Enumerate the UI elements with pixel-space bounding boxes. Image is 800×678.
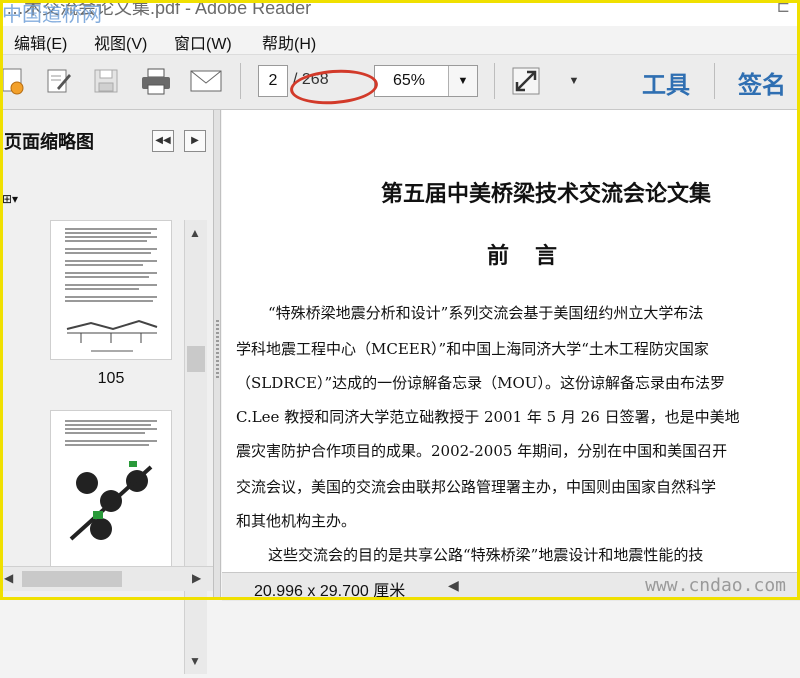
sign-edit-icon[interactable] [40,65,76,97]
toolbar-separator [494,63,495,99]
document-line: “特殊桥梁地震分析和设计”系列交流会基于美国纽约州立大学布法 [268,304,704,322]
site-watermark-bottom: www.cndao.com [645,575,786,596]
zoom-dropdown-icon[interactable]: ▼ [448,66,477,96]
menu-window[interactable]: 窗口(W) [174,30,232,54]
scroll-up-icon[interactable]: ▲ [189,226,201,240]
document-line: 这些交流会的目的是共享公路“特殊桥梁”地震设计和地震性能的技 [268,546,704,564]
save-icon[interactable] [88,65,124,97]
page-thumbnail[interactable] [50,220,172,360]
document-line: 学科地震工程中心（MCEER）”和中国上海同济大学“土木工程防灾国家 [236,340,709,358]
thumbnail-options-button[interactable]: ⊞▾ [2,188,36,210]
print-icon[interactable] [138,65,174,97]
scroll-down-icon[interactable]: ▼ [189,654,201,668]
document-line: 和其他机构主办。 [236,512,357,530]
collapse-panel-button[interactable]: ◀◀ [152,130,174,152]
toolbar: 2 / 268 65% ▼ ▼ 工具 签名 [0,55,800,110]
document-line: 震灾害防护合作项目的成果。2002-2005 年期间，分别在中国和美国召开 [236,442,728,460]
thumbnail-list: 105 [0,220,186,678]
page-size-label: 20.996 x 29.700 厘米 [254,583,406,600]
document-view[interactable]: 第五届中美桥梁技术交流会论文集 前言 “特殊桥梁地震分析和设计”系列交流会基于美… [222,110,800,572]
page-thumbnail[interactable] [50,410,172,570]
page-number-input[interactable]: 2 [258,65,288,97]
next-panel-button[interactable]: ▶ [184,130,206,152]
scroll-left-icon[interactable]: ◀ [448,577,459,594]
more-tools-dropdown-icon[interactable]: ▼ [556,65,592,97]
zoom-value: 65% [393,72,426,89]
scroll-thumb[interactable] [22,571,122,587]
thumbnail-vertical-scrollbar[interactable]: ▲ ▼ [184,220,207,674]
toolbar-separator [240,63,241,99]
zoom-select[interactable]: 65% ▼ [374,65,478,97]
page-thumbnails-panel: 页面缩略图 ◀◀ ▶ ⊞▾ 105 ▲ ▼ ◀ ▶ [0,110,214,674]
tools-button[interactable]: 工具 [642,65,690,100]
status-bar: 20.996 x 29.700 厘米 ◀ www.cndao.com [222,572,800,601]
menu-view[interactable]: 视图(V) [94,30,147,54]
document-title: 第五届中美桥梁技术交流会论文集 [380,181,711,207]
panel-title: 页面缩略图 [4,132,94,152]
splitter-grip[interactable] [216,320,219,380]
email-icon[interactable] [188,65,224,97]
menu-help[interactable]: 帮助(H) [262,30,316,54]
window-control-button[interactable]: ⊏ [777,0,790,17]
document-line: 交流会议，美国的交流会由联邦公路管理署主办，中国则由国家自然科学 [236,478,717,496]
document-line: C.Lee 教授和同济大学范立础教授于 2001 年 5 月 26 日签署，也是… [236,408,740,426]
document-subtitle: 前言 [486,243,583,269]
scroll-thumb[interactable] [187,346,205,372]
toolbar-separator [714,63,715,99]
thumbnail-page-label: 105 [97,370,125,387]
sign-button[interactable]: 签名 [738,65,786,100]
expand-fullscreen-icon[interactable] [508,65,544,97]
site-watermark-top: 中国道桥网 [2,2,102,26]
scroll-right-icon[interactable]: ▶ [192,571,201,585]
menu-bar: 编辑(E) 视图(V) 窗口(W) 帮助(H) [0,26,800,55]
create-pdf-icon[interactable] [0,65,30,97]
scroll-left-icon[interactable]: ◀ [4,571,13,585]
menu-edit[interactable]: 编辑(E) [14,30,67,54]
panel-splitter[interactable] [213,110,221,600]
document-line: （SLDRCE）”达成的一份谅解备忘录（MOU）。这份谅解备忘录由布法罗 [236,374,725,392]
window-title-bar: …术交流会论文集.pdf - Adobe Reader 中国道桥网 ⊏ [0,0,800,26]
thumbnail-horizontal-scrollbar[interactable]: ◀ ▶ [0,566,213,591]
